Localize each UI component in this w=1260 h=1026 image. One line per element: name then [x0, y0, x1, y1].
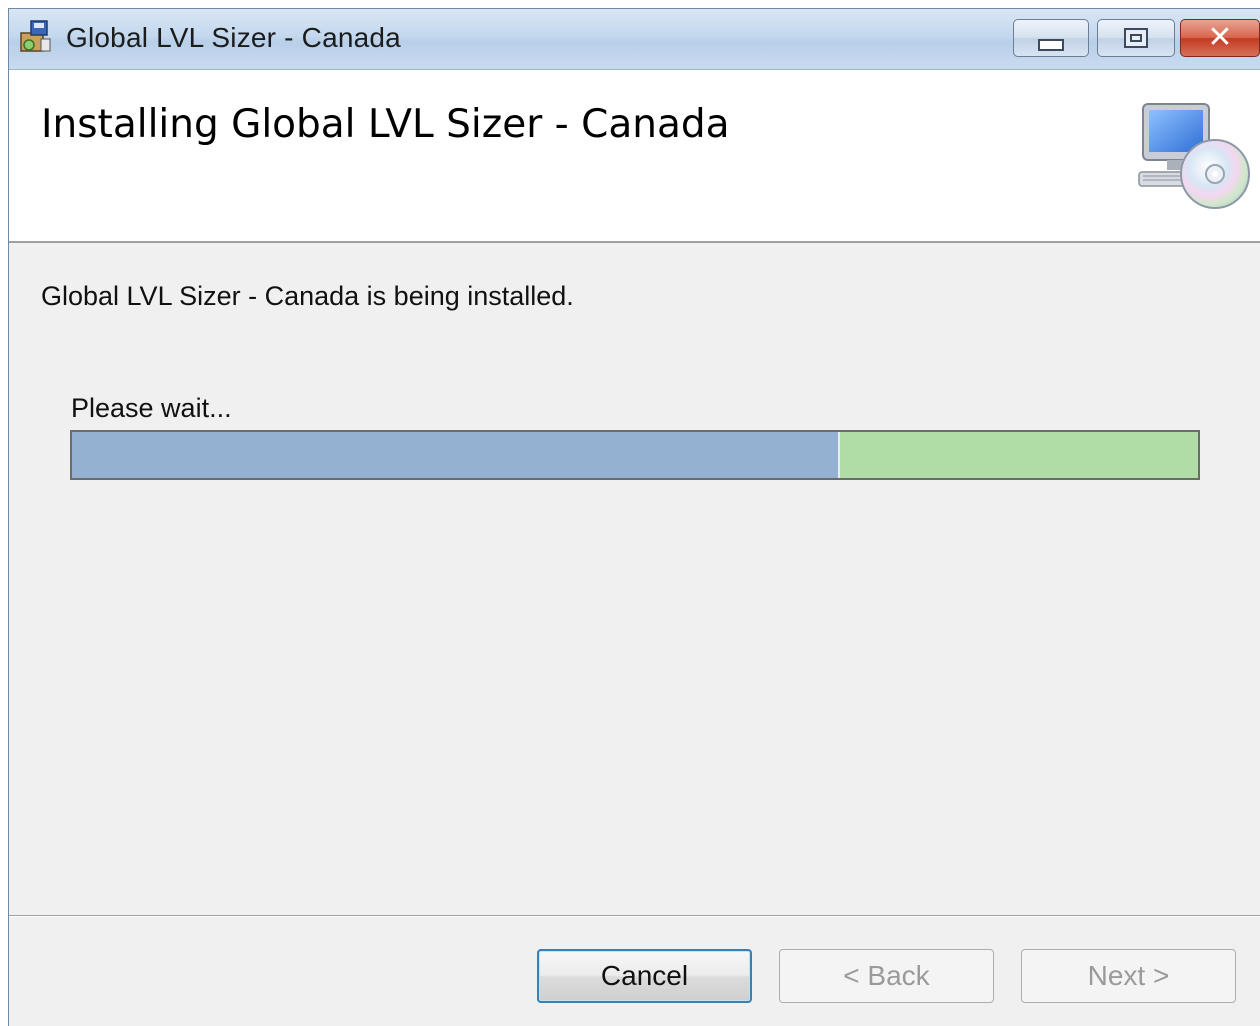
maximize-icon	[1124, 28, 1148, 48]
cancel-button[interactable]: Cancel	[537, 949, 752, 1003]
install-status-text: Global LVL Sizer - Canada is being insta…	[41, 281, 574, 311]
close-icon: ✕	[1207, 20, 1233, 55]
back-button[interactable]: < Back	[779, 949, 994, 1003]
close-button[interactable]: ✕	[1180, 19, 1260, 57]
page-title: Installing Global LVL Sizer - Canada	[41, 102, 730, 147]
please-wait-label: Please wait...	[71, 393, 232, 423]
computer-cd-icon	[1138, 103, 1250, 209]
progress-fill	[72, 432, 840, 478]
footer-divider	[9, 915, 1260, 917]
header-banner: Installing Global LVL Sizer - Canada	[9, 70, 1260, 243]
minimize-icon	[1038, 39, 1064, 51]
title-bar[interactable]: Global LVL Sizer - Canada ✕	[9, 9, 1260, 70]
window-title: Global LVL Sizer - Canada	[66, 22, 401, 53]
installer-package-icon	[20, 20, 51, 52]
next-button[interactable]: Next >	[1021, 949, 1236, 1003]
minimize-button[interactable]	[1013, 19, 1089, 57]
installer-window: Global LVL Sizer - Canada ✕ Installing G…	[8, 8, 1260, 1026]
maximize-button[interactable]	[1097, 19, 1175, 57]
install-progress-bar	[70, 430, 1200, 480]
